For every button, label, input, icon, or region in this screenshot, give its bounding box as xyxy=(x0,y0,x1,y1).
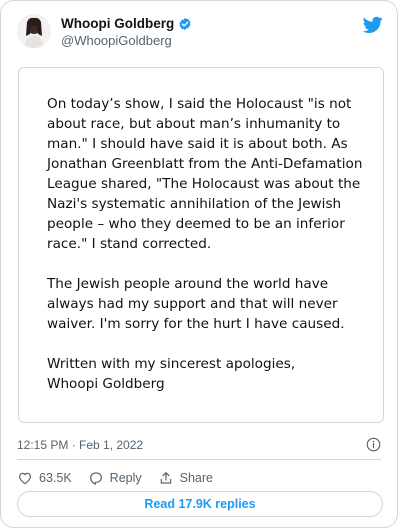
twitter-bird-icon[interactable] xyxy=(363,16,383,34)
divider xyxy=(17,459,381,460)
like-button[interactable]: 63.5K xyxy=(17,470,72,486)
action-bar: 63.5K Reply Share xyxy=(17,469,229,487)
read-replies-button[interactable]: Read 17.9K replies xyxy=(17,491,383,517)
statement-paragraph: The Jewish people around the world have … xyxy=(47,276,345,332)
like-count: 63.5K xyxy=(39,471,72,485)
verified-badge-icon xyxy=(179,17,191,30)
reply-button[interactable]: Reply xyxy=(88,470,142,486)
tweet-card: Whoopi Goldberg @WhoopiGoldberg On today… xyxy=(0,0,398,528)
display-name[interactable]: Whoopi Goldberg xyxy=(61,16,174,31)
share-button[interactable]: Share xyxy=(158,470,213,486)
statement-text: On today’s show, I said the Holocaust "i… xyxy=(47,94,367,394)
statement-paragraph: On today’s show, I said the Holocaust "i… xyxy=(47,96,363,252)
user-handle[interactable]: @WhoopiGoldberg xyxy=(61,33,172,48)
reply-bubble-icon xyxy=(89,472,102,485)
attached-statement-image[interactable]: On today’s show, I said the Holocaust "i… xyxy=(18,67,384,423)
info-icon[interactable] xyxy=(366,437,381,452)
heart-icon xyxy=(19,472,31,485)
share-upload-icon xyxy=(160,472,171,484)
display-name-row[interactable]: Whoopi Goldberg xyxy=(61,16,192,31)
share-label: Share xyxy=(179,471,213,485)
statement-signoff: Written with my sincerest apologies, Who… xyxy=(47,356,296,392)
reply-label: Reply xyxy=(109,471,142,485)
avatar-image xyxy=(17,14,51,48)
avatar[interactable] xyxy=(17,14,51,48)
tweet-timestamp[interactable]: 12:15 PM · Feb 1, 2022 xyxy=(17,438,143,452)
